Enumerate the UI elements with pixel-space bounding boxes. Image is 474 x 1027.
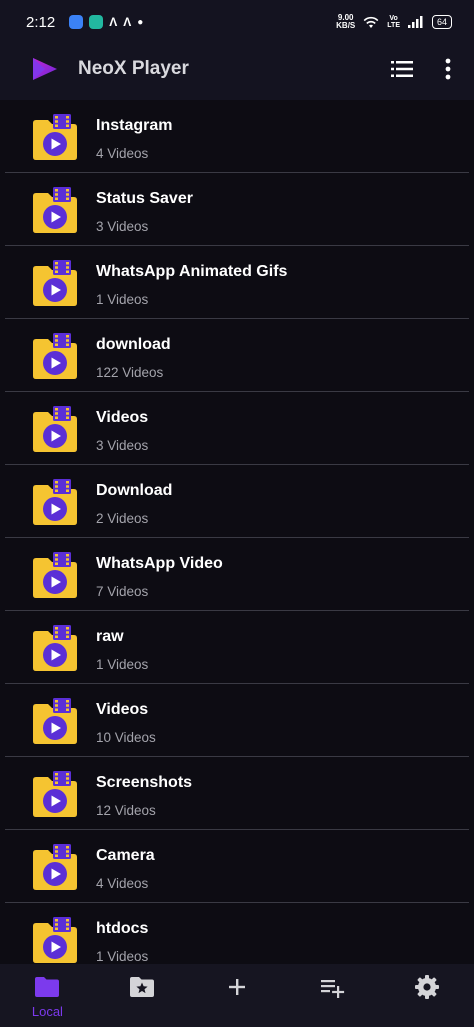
video-folder-icon bbox=[33, 844, 77, 890]
more-notifications-icon: ● bbox=[137, 16, 144, 28]
notification-icons: Λ Λ ● bbox=[69, 15, 143, 29]
video-folder-icon bbox=[33, 333, 77, 379]
folder-name: Download bbox=[96, 482, 173, 499]
nav-local[interactable]: Local bbox=[0, 964, 95, 1027]
folder-row[interactable]: Videos 3 Videos bbox=[5, 392, 469, 465]
video-folder-icon bbox=[33, 698, 77, 744]
folder-video-count: 4 Videos bbox=[96, 876, 149, 891]
folder-row[interactable]: download 122 Videos bbox=[5, 319, 469, 392]
status-time: 2:12 bbox=[26, 13, 56, 31]
video-folder-icon bbox=[33, 917, 77, 963]
folder-video-count: 1 Videos bbox=[96, 949, 149, 964]
folder-name: WhatsApp Animated Gifs bbox=[96, 263, 288, 280]
signal-icon bbox=[407, 16, 423, 28]
video-folder-icon bbox=[33, 625, 77, 671]
folder-row[interactable]: Status Saver 3 Videos bbox=[5, 173, 469, 246]
folder-name: raw bbox=[96, 628, 124, 645]
video-folder-icon bbox=[33, 260, 77, 306]
folder-video-count: 10 Videos bbox=[96, 730, 156, 745]
folder-video-count: 3 Videos bbox=[96, 219, 149, 234]
nav-favorites[interactable] bbox=[95, 964, 190, 1027]
video-folder-icon bbox=[33, 114, 77, 160]
folder-name: download bbox=[96, 336, 171, 353]
starred-folder-icon bbox=[130, 977, 155, 997]
folder-video-count: 7 Videos bbox=[96, 584, 149, 599]
folder-row[interactable]: htdocs 1 Videos bbox=[5, 903, 469, 964]
folder-row[interactable]: Screenshots 12 Videos bbox=[5, 757, 469, 830]
wifi-icon bbox=[363, 16, 379, 28]
network-speed: 9.00 KB/S bbox=[336, 13, 356, 30]
folder-name: Videos bbox=[96, 409, 149, 426]
app-notification-icon bbox=[69, 15, 84, 29]
folder-row[interactable]: Instagram 4 Videos bbox=[5, 100, 469, 173]
folder-video-count: 2 Videos bbox=[96, 511, 149, 526]
folder-name: Instagram bbox=[96, 117, 173, 134]
status-bar: 2:12 Λ Λ ● 9.00 KB/S Vo LTE 64 bbox=[0, 0, 474, 44]
folder-video-count: 3 Videos bbox=[96, 438, 149, 453]
video-folder-icon bbox=[33, 479, 77, 525]
battery-icon: 64 bbox=[431, 15, 452, 29]
folder-video-count: 1 Videos bbox=[96, 657, 149, 672]
more-options-icon[interactable] bbox=[442, 56, 454, 82]
app-notification-icon bbox=[89, 15, 104, 29]
folder-list[interactable]: Instagram 4 Videos Status Saver 3 Videos bbox=[0, 100, 474, 964]
video-folder-icon bbox=[33, 771, 77, 817]
app-logo-icon bbox=[33, 58, 57, 80]
playlist-add-icon bbox=[320, 980, 344, 998]
nav-local-label: Local bbox=[31, 1004, 63, 1019]
video-folder-icon bbox=[33, 552, 77, 598]
volte-indicator: Vo LTE bbox=[387, 15, 400, 29]
nav-add[interactable] bbox=[190, 964, 285, 1027]
app-title: NeoX Player bbox=[78, 58, 189, 79]
folder-name: Videos bbox=[96, 701, 149, 718]
folder-row[interactable]: WhatsApp Animated Gifs 1 Videos bbox=[5, 246, 469, 319]
settings-icon bbox=[414, 975, 439, 999]
folder-video-count: 12 Videos bbox=[96, 803, 156, 818]
folder-video-count: 4 Videos bbox=[96, 146, 149, 161]
folder-icon bbox=[35, 977, 60, 997]
app-bar: NeoX Player bbox=[0, 44, 474, 100]
video-folder-icon bbox=[33, 406, 77, 452]
view-list-icon[interactable] bbox=[390, 57, 414, 81]
folder-row[interactable]: Videos 10 Videos bbox=[5, 684, 469, 757]
folder-video-count: 122 Videos bbox=[96, 365, 164, 380]
plus-icon bbox=[228, 979, 245, 995]
app-notification-icon: Λ bbox=[109, 15, 118, 29]
folder-row[interactable]: Download 2 Videos bbox=[5, 465, 469, 538]
folder-name: htdocs bbox=[96, 920, 149, 937]
folder-name: Status Saver bbox=[96, 190, 193, 207]
app-notification-icon: Λ bbox=[123, 15, 132, 29]
folder-name: Screenshots bbox=[96, 774, 193, 791]
folder-name: WhatsApp Video bbox=[96, 555, 223, 572]
video-folder-icon bbox=[33, 187, 77, 233]
folder-video-count: 1 Videos bbox=[96, 292, 149, 307]
folder-row[interactable]: WhatsApp Video 7 Videos bbox=[5, 538, 469, 611]
folder-row[interactable]: raw 1 Videos bbox=[5, 611, 469, 684]
folder-name: Camera bbox=[96, 847, 155, 864]
nav-playlists[interactable] bbox=[284, 964, 379, 1027]
bottom-navigation: Local bbox=[0, 964, 474, 1027]
folder-row[interactable]: Camera 4 Videos bbox=[5, 830, 469, 903]
nav-settings[interactable] bbox=[379, 964, 474, 1027]
